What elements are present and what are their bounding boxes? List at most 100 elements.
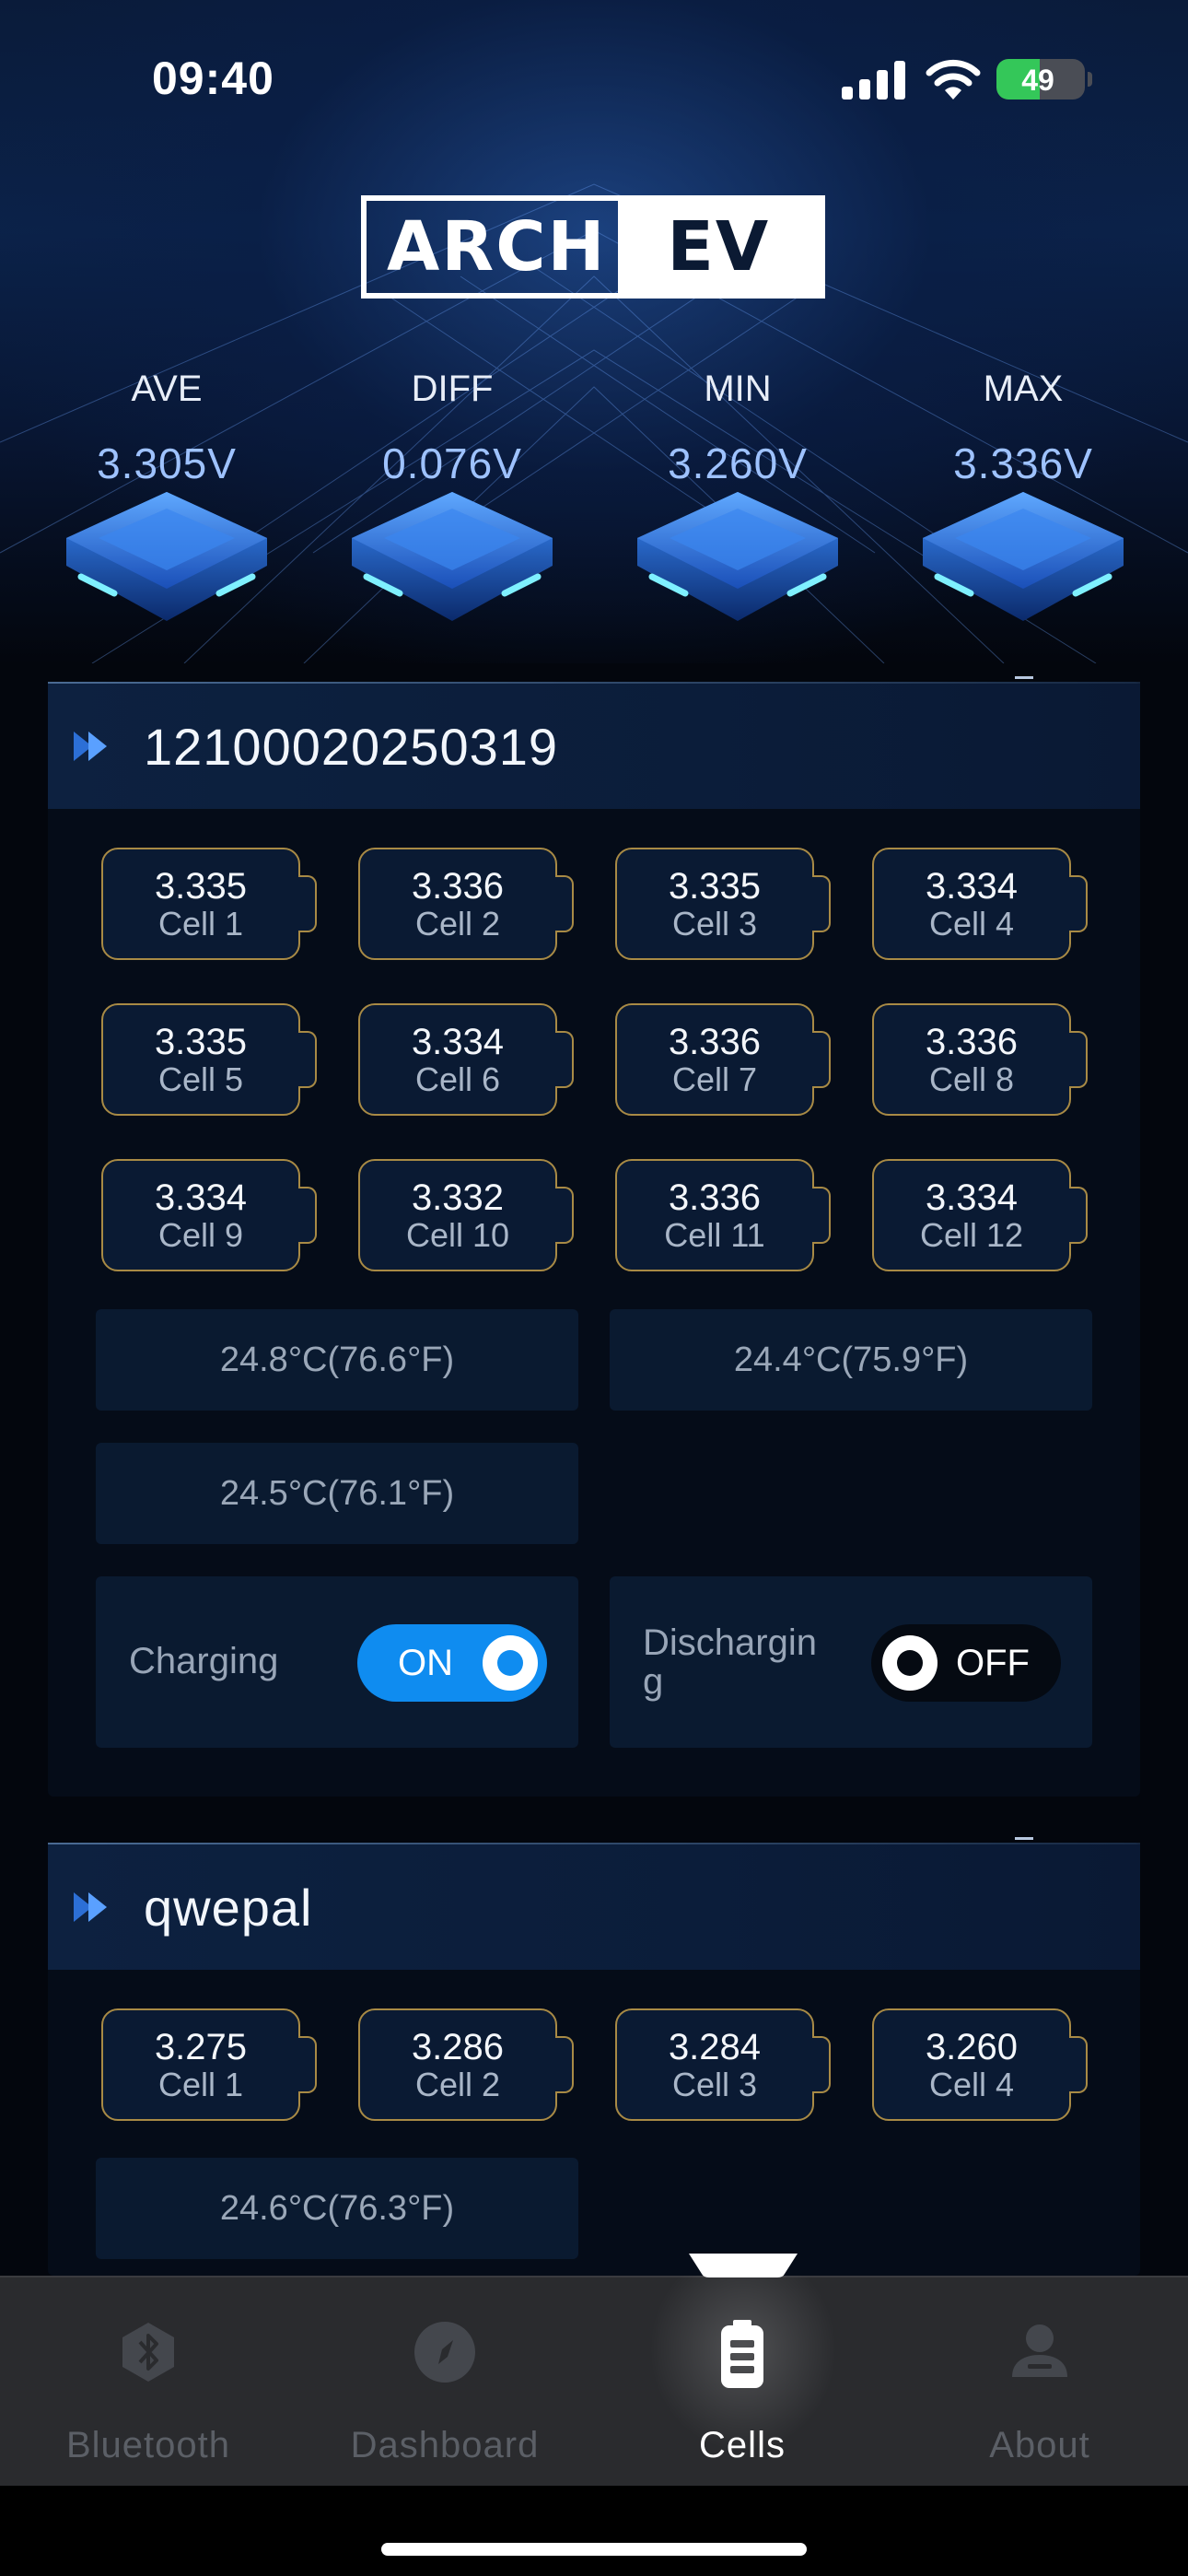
cell-item: 3.334 Cell 9: [101, 1159, 319, 1271]
temperature-reading: 24.8°C(76.6°F): [96, 1309, 578, 1411]
cell-terminal: [1069, 1031, 1088, 1088]
cell-terminal: [555, 1031, 574, 1088]
tab-dashboard[interactable]: Dashboard: [297, 2276, 593, 2484]
cell-label: Cell 4: [928, 905, 1015, 943]
wifi-icon: [926, 59, 981, 100]
cell-voltage: 3.260: [925, 2027, 1019, 2067]
cell-label: Cell 1: [157, 905, 244, 943]
pack-header[interactable]: qwepal: [48, 1844, 1140, 1970]
cell-item: 3.335 Cell 1: [101, 848, 319, 960]
cell-item: 3.275 Cell 1: [101, 2008, 319, 2121]
temperature-reading: 24.6°C(76.3°F): [96, 2158, 578, 2259]
battery-pack-panel: 12100020250319 3.335 Cell 1 3.336 Cell 2…: [48, 676, 1140, 1797]
panel-tick: [1015, 676, 1033, 679]
temperature-reading: 24.4°C(75.9°F): [610, 1309, 1092, 1411]
hero-header: 09:40 49 ARCH EV AVE 3.305V DIFF 0.076V …: [0, 0, 1188, 663]
cell-terminal: [555, 2036, 574, 2093]
charging-toggle[interactable]: ON: [357, 1624, 547, 1702]
cell-item: 3.336 Cell 2: [358, 848, 576, 960]
tab-label: Dashboard: [350, 2425, 540, 2465]
battery-tile-icon: [923, 492, 1124, 621]
stat-maximum: MAX 3.336V: [899, 365, 1147, 641]
cell-terminal: [812, 1187, 831, 1244]
cell-terminal: [555, 875, 574, 932]
person-icon: [1012, 2324, 1067, 2377]
cell-voltage: 3.332: [411, 1177, 505, 1218]
battery-tile-icon: [637, 492, 838, 621]
cell-voltage: 3.336: [411, 866, 505, 907]
cell-terminal: [812, 2036, 831, 2093]
cell-voltage: 3.335: [154, 866, 248, 907]
toggle-knob: [882, 1635, 938, 1691]
stat-label: DIFF: [411, 369, 494, 409]
cell-voltage: 3.334: [925, 866, 1019, 907]
cell-terminal: [298, 2036, 317, 2093]
stat-label: MIN: [704, 369, 772, 409]
tab-bluetooth[interactable]: Bluetooth: [0, 2276, 297, 2484]
active-tab-indicator: [689, 2254, 798, 2277]
battery-nub: [1088, 72, 1092, 87]
discharging-control: Dischargin g OFF: [610, 1576, 1092, 1748]
home-indicator[interactable]: [381, 2543, 807, 2556]
stat-label: MAX: [983, 369, 1064, 409]
toggle-state: OFF: [956, 1643, 1030, 1683]
cell-voltage: 3.334: [411, 1022, 505, 1062]
tab-label: About: [989, 2425, 1090, 2465]
pack-name: 12100020250319: [144, 718, 559, 776]
cell-item: 3.335 Cell 5: [101, 1003, 319, 1116]
cellular-signal-icon: [842, 61, 905, 100]
cell-item: 3.260 Cell 4: [872, 2008, 1089, 2121]
cell-label: Cell 1: [157, 2066, 244, 2103]
brand-logo-right: EV: [617, 201, 820, 293]
cell-label: Cell 11: [664, 1216, 765, 1254]
stat-difference: DIFF 0.076V: [328, 365, 577, 641]
cell-item: 3.332 Cell 10: [358, 1159, 576, 1271]
toggle-state: ON: [398, 1643, 453, 1683]
bluetooth-icon: [122, 2323, 174, 2382]
cell-item: 3.334 Cell 12: [872, 1159, 1089, 1271]
chevron-right-icon: [74, 732, 107, 761]
cell-label: Cell 5: [157, 1060, 244, 1098]
stat-average: AVE 3.305V: [42, 365, 291, 641]
cell-label: Cell 4: [928, 2066, 1015, 2103]
cell-label: Cell 2: [414, 905, 501, 943]
charging-label: Charging: [129, 1641, 279, 1681]
cell-item: 3.336 Cell 11: [615, 1159, 833, 1271]
cell-terminal: [555, 1187, 574, 1244]
cell-label: Cell 12: [919, 1216, 1024, 1254]
cell-terminal: [1069, 1187, 1088, 1244]
cell-voltage: 3.336: [668, 1022, 762, 1062]
cell-voltage: 3.284: [668, 2027, 762, 2067]
battery-pack-panel: qwepal 3.275 Cell 1 3.286 Cell 2 3.284 C…: [48, 1837, 1140, 2276]
brand-logo: ARCH EV: [361, 195, 825, 299]
stat-minimum: MIN 3.260V: [613, 365, 862, 641]
cell-terminal: [1069, 2036, 1088, 2093]
panel-tick: [1015, 1837, 1033, 1840]
chevron-right-icon: [74, 1892, 107, 1922]
pack-header[interactable]: 12100020250319: [48, 684, 1140, 809]
pack-name: qwepal: [144, 1879, 313, 1937]
cell-label: Cell 8: [928, 1060, 1015, 1098]
temperature-reading: 24.5°C(76.1°F): [96, 1443, 578, 1544]
tab-about[interactable]: About: [891, 2276, 1188, 2484]
discharging-label-line1: Dischargin: [643, 1622, 817, 1663]
cell-terminal: [298, 1187, 317, 1244]
cell-label: Cell 3: [671, 2066, 758, 2103]
cell-terminal: [1069, 875, 1088, 932]
cell-voltage: 3.336: [668, 1177, 762, 1218]
battery-tile-icon: [66, 492, 267, 621]
cell-item: 3.334 Cell 4: [872, 848, 1089, 960]
tab-label: Bluetooth: [65, 2425, 231, 2465]
battery-percent: 49: [1021, 64, 1054, 97]
cell-voltage: 3.336: [925, 1022, 1019, 1062]
discharging-toggle[interactable]: OFF: [871, 1624, 1061, 1702]
cell-item: 3.286 Cell 2: [358, 2008, 576, 2121]
status-time: 09:40: [152, 53, 274, 104]
cell-label: Cell 3: [671, 905, 758, 943]
cell-voltage: 3.334: [925, 1177, 1019, 1218]
status-bar: 09:40 49: [0, 0, 1188, 157]
cell-item: 3.284 Cell 3: [615, 2008, 833, 2121]
stat-label: AVE: [131, 369, 203, 409]
toggle-knob: [483, 1635, 538, 1691]
cell-item: 3.336 Cell 7: [615, 1003, 833, 1116]
